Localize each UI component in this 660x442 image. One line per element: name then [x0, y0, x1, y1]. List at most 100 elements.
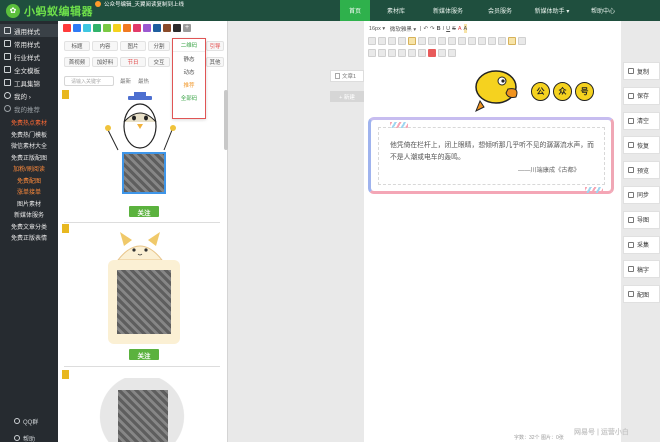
search-replace-icon[interactable]: [438, 48, 446, 57]
tag-video[interactable]: 首视频: [64, 57, 90, 67]
save-button[interactable]: 保存: [623, 86, 660, 105]
link-icon[interactable]: [368, 48, 376, 57]
sidebar-item-common[interactable]: 常用样式: [0, 37, 58, 50]
image-insert-icon[interactable]: [388, 48, 396, 57]
nav-assistant[interactable]: 新媒体助手 ▾: [526, 0, 578, 21]
sidebar-sub-7[interactable]: 图片素材: [0, 198, 58, 210]
new-document-button[interactable]: + 新建: [330, 91, 364, 102]
align-right-icon[interactable]: [428, 36, 436, 45]
tag-extra[interactable]: 加好料: [92, 57, 118, 67]
highlight-button[interactable]: A: [463, 24, 468, 33]
ordered-list-icon[interactable]: [498, 36, 506, 45]
nav-newmedia-service[interactable]: 新媒体服务: [422, 0, 474, 21]
export-image-button[interactable]: 导图: [623, 210, 660, 229]
follow-button[interactable]: 关注: [129, 349, 159, 360]
strike-button[interactable]: S: [452, 24, 456, 33]
underline-button[interactable]: U: [446, 24, 450, 33]
tag-other[interactable]: 其他: [206, 57, 224, 67]
swatch-navy[interactable]: [153, 24, 161, 32]
emoji-icon[interactable]: [518, 36, 526, 45]
sidebar-sub-0[interactable]: 免费热点素材: [0, 117, 58, 129]
clear-format-icon[interactable]: [378, 36, 386, 45]
tag-guide[interactable]: 引导: [206, 41, 224, 51]
nav-home[interactable]: 首页: [340, 0, 370, 21]
preview-button[interactable]: 预览: [623, 161, 660, 180]
document-item[interactable]: 文章1: [330, 70, 364, 82]
list-icon[interactable]: [488, 36, 496, 45]
dropdown-item-qrcode[interactable]: 二维码: [173, 39, 205, 52]
sync-button[interactable]: 同步: [623, 185, 660, 204]
nav-help[interactable]: 帮助中心: [578, 0, 628, 21]
sort-latest-link[interactable]: 最新: [120, 76, 131, 86]
indent-icon[interactable]: [448, 36, 456, 45]
outdent-icon[interactable]: [458, 36, 466, 45]
add-color-button[interactable]: +: [183, 24, 191, 32]
tag-content[interactable]: 内容: [92, 41, 118, 51]
tag-image[interactable]: 图片: [120, 41, 146, 51]
font-size-select[interactable]: 16px ▾: [368, 24, 386, 33]
word-button[interactable]: 稿字: [623, 260, 660, 279]
copy-button[interactable]: 复制: [623, 62, 660, 80]
video-icon[interactable]: [398, 48, 406, 57]
italic-button[interactable]: I: [443, 24, 445, 33]
align-left-icon[interactable]: [408, 36, 416, 45]
search-input[interactable]: 请输入关键字: [64, 76, 114, 86]
redo-button[interactable]: ↷: [430, 24, 435, 33]
line-height-icon[interactable]: [468, 36, 476, 45]
source-code-icon[interactable]: [448, 48, 456, 57]
tag-title[interactable]: 标题: [64, 41, 90, 51]
follow-button[interactable]: 关注: [129, 206, 159, 217]
qq-group-link[interactable]: QQ群: [0, 416, 58, 426]
bold-button[interactable]: B: [437, 24, 441, 33]
sidebar-item-template[interactable]: 全文模板: [0, 63, 58, 76]
sidebar-sub-3[interactable]: 免费正版配图: [0, 152, 58, 164]
nav-materials[interactable]: 素材库: [370, 0, 422, 21]
subscript-icon[interactable]: [398, 36, 406, 45]
format-brush-icon[interactable]: [368, 36, 376, 45]
align-justify-icon[interactable]: [438, 36, 446, 45]
restore-button[interactable]: 恢复: [623, 136, 660, 155]
swatch-red[interactable]: [63, 24, 71, 32]
tag-divider[interactable]: 分割: [148, 41, 170, 51]
template-scrollbar[interactable]: [224, 90, 228, 150]
sort-hot-link[interactable]: 最热: [138, 76, 149, 86]
swatch-black[interactable]: [173, 24, 181, 32]
sidebar-item-tools[interactable]: 工具集锦: [0, 76, 58, 89]
picture-button[interactable]: 配图: [623, 285, 660, 304]
sidebar-item-general[interactable]: 通用样式: [0, 24, 58, 37]
unlink-icon[interactable]: [378, 48, 386, 57]
swatch-blue[interactable]: [73, 24, 81, 32]
dropdown-item-static[interactable]: 静态: [173, 52, 205, 65]
nav-member-service[interactable]: 会员服务: [474, 0, 526, 21]
tag-holiday[interactable]: 节日: [120, 57, 146, 67]
bookmark-icon[interactable]: [62, 370, 69, 379]
swatch-brown[interactable]: [163, 24, 171, 32]
dropdown-item-dynamic[interactable]: 动态: [173, 65, 205, 78]
swatch-cyan[interactable]: [83, 24, 91, 32]
font-color-button[interactable]: A: [458, 24, 462, 33]
sidebar-sub-4[interactable]: 加粉/刷阅读: [0, 163, 58, 175]
sidebar-item-industry[interactable]: 行业样式: [0, 50, 58, 63]
sidebar-sub-8[interactable]: 新媒体服务: [0, 209, 58, 221]
swatch-yellow[interactable]: [113, 24, 121, 32]
letter-spacing-icon[interactable]: [478, 36, 486, 45]
sidebar-sub-5[interactable]: 免费配图: [0, 175, 58, 187]
audio-icon[interactable]: [408, 48, 416, 57]
sidebar-item-mine[interactable]: 我的 ›: [0, 89, 58, 102]
swatch-orange[interactable]: [123, 24, 131, 32]
quote-source[interactable]: ——川端康成《古都》: [518, 165, 580, 174]
special-icon[interactable]: [428, 48, 436, 57]
notice-bar[interactable]: 公众号编辑_天翼阅读复制到上线: [95, 0, 184, 8]
table-icon[interactable]: [508, 36, 516, 45]
bookmark-icon[interactable]: [62, 224, 69, 233]
horizontal-rule-icon[interactable]: [418, 48, 426, 57]
quote-text[interactable]: 他凭倚在栏杆上，闭上眼睛，想倾听那几乎听不见的潺潺流水声，而不是人潮或电车的轰鸣…: [390, 140, 600, 164]
undo-button[interactable]: ↶: [423, 24, 428, 33]
sidebar-sub-6[interactable]: 涨单接单: [0, 186, 58, 198]
align-center-icon[interactable]: [418, 36, 426, 45]
collect-button[interactable]: 采集: [623, 235, 660, 254]
sidebar-sub-10[interactable]: 免费正版表情: [0, 232, 58, 244]
clear-button[interactable]: 清空: [623, 111, 660, 130]
sidebar-sub-2[interactable]: 微信素材大全: [0, 140, 58, 152]
swatch-lime[interactable]: [103, 24, 111, 32]
